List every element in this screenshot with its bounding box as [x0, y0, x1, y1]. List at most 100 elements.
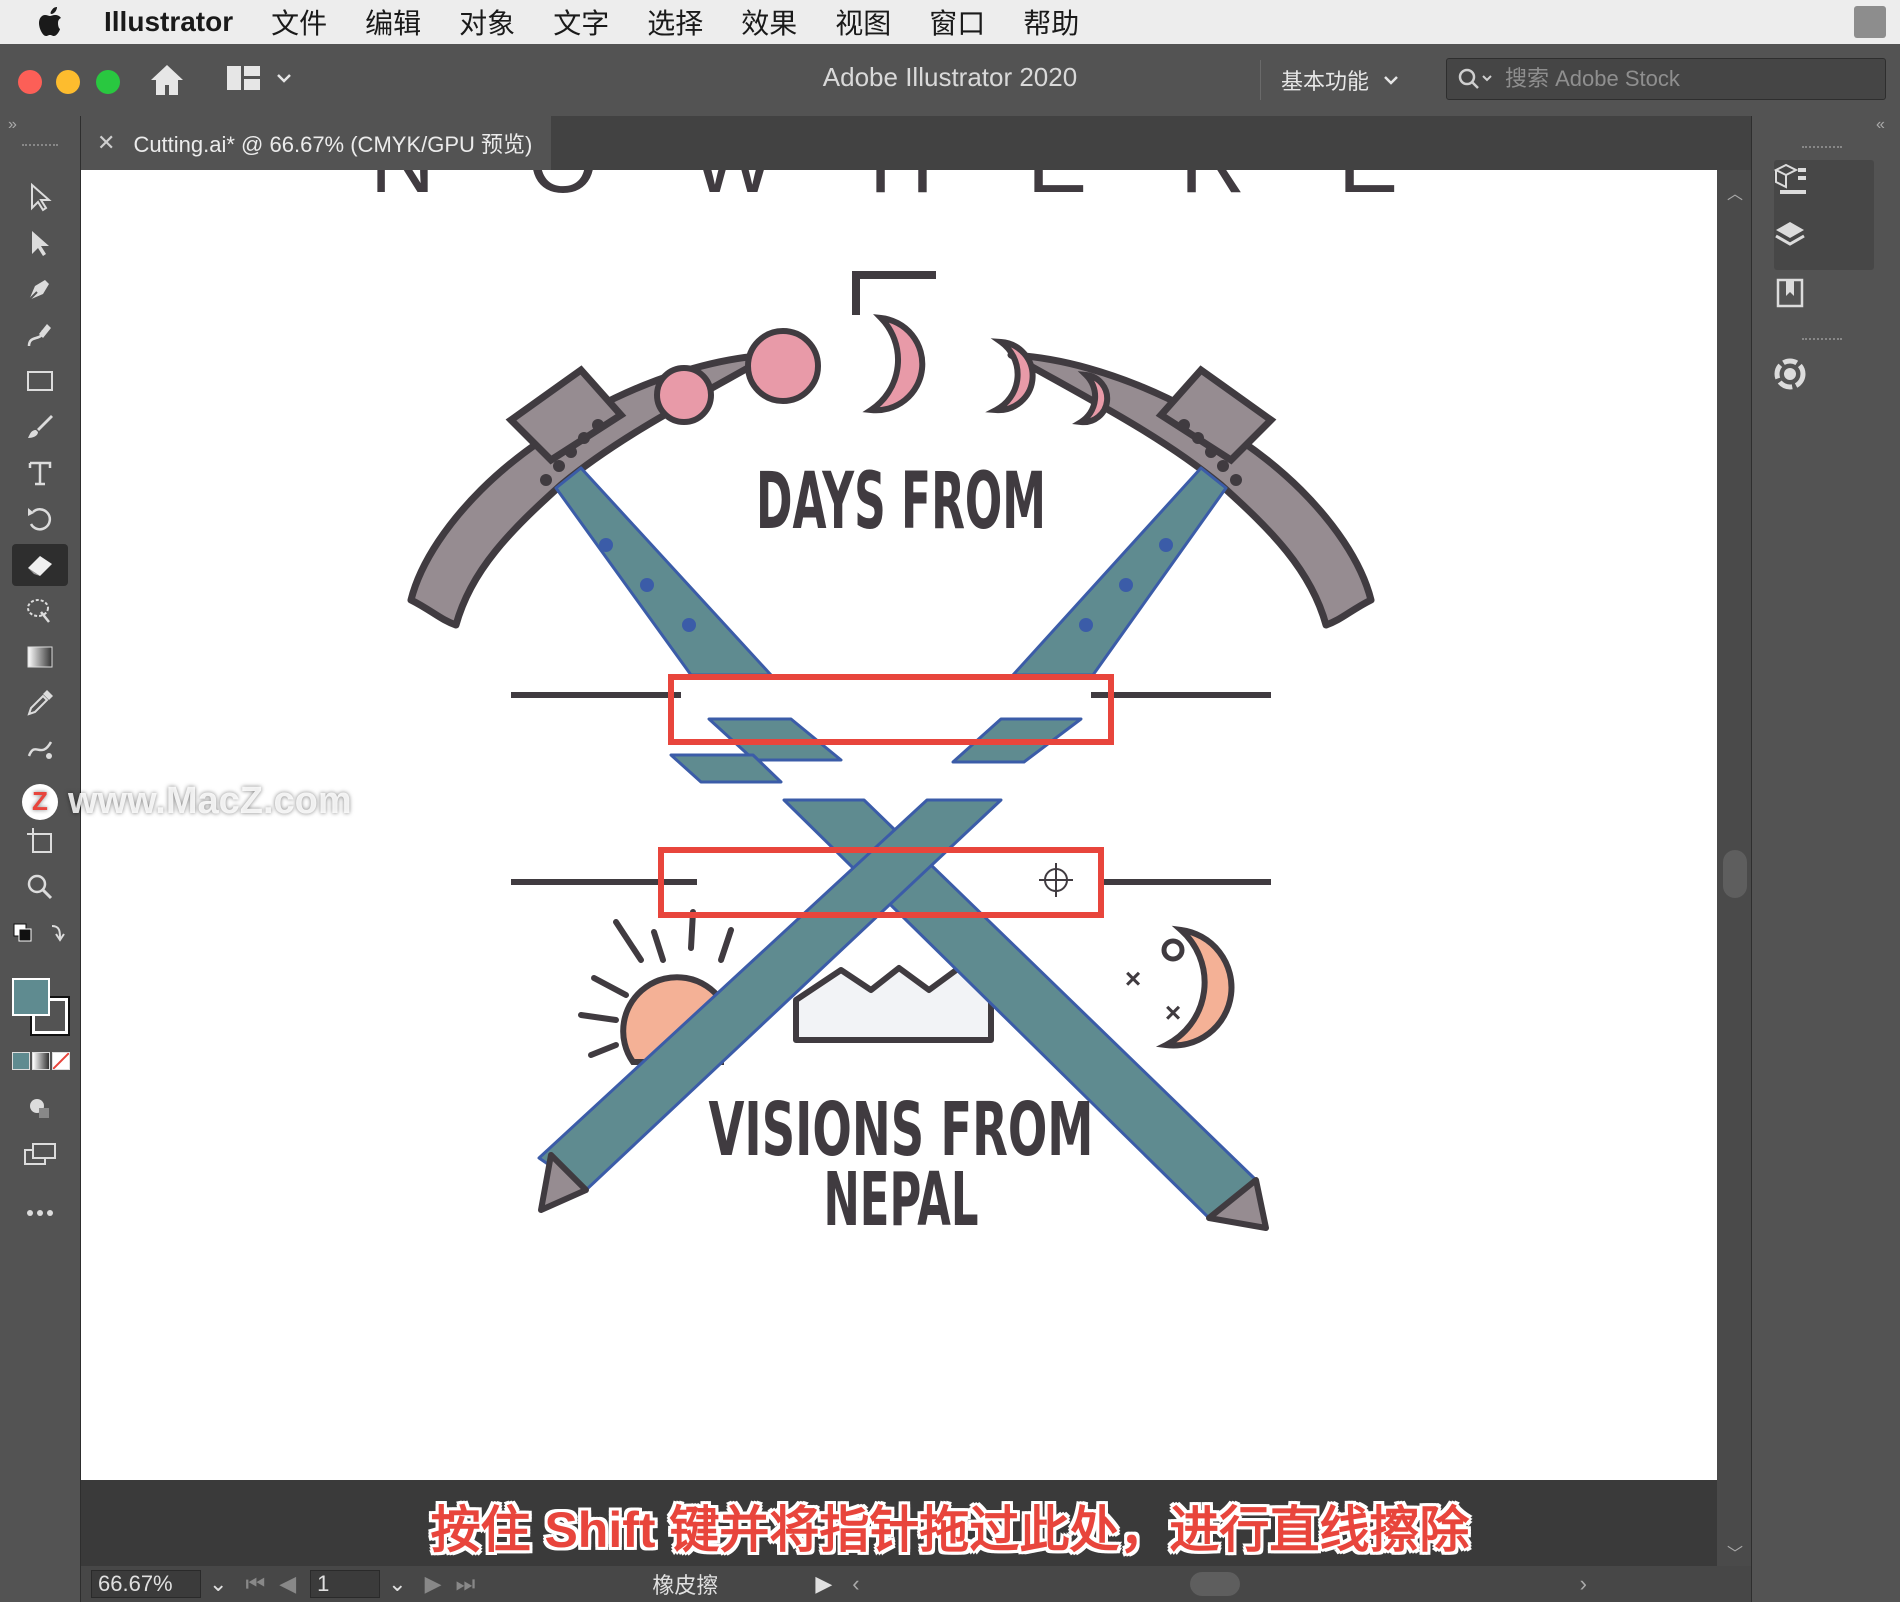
layers-icon [1775, 222, 1805, 246]
draw-mode-tool[interactable] [12, 1088, 68, 1130]
artboard-dropdown-icon[interactable]: ⌄ [388, 1571, 406, 1597]
properties-panel-button[interactable] [1770, 160, 1810, 205]
warp-icon [27, 599, 50, 623]
libraries-icon [1776, 278, 1804, 308]
menu-help[interactable]: 帮助 [1023, 2, 1079, 42]
rectangle-icon [27, 371, 53, 391]
moon-crescent [985, 338, 1036, 414]
apple-icon[interactable] [0, 6, 104, 38]
grip-icon[interactable] [1802, 146, 1842, 152]
color-mode-buttons[interactable] [12, 1052, 70, 1070]
eraser-tool[interactable] [12, 544, 68, 586]
nepal-text: NEPAL [824, 1157, 979, 1243]
vertical-scroll-thumb[interactable] [1723, 850, 1747, 898]
star-x-1: × [1125, 963, 1141, 994]
mountain-peaks [793, 965, 994, 1043]
artboard-tool[interactable] [12, 820, 68, 862]
curvature-tool[interactable] [12, 314, 68, 356]
star-x-2: × [1165, 997, 1181, 1028]
paintbrush-tool[interactable] [12, 406, 68, 448]
scroll-right-icon[interactable]: › [1580, 1571, 1587, 1597]
none-mode-icon[interactable] [52, 1052, 70, 1070]
artboard-number: 1 [317, 1571, 330, 1596]
zoom-icon [27, 874, 53, 900]
fill-stroke-swatch[interactable] [10, 976, 70, 1036]
menu-type[interactable]: 文字 [553, 2, 609, 42]
zoom-tool[interactable] [12, 866, 68, 908]
close-tab-icon[interactable]: ✕ [97, 130, 115, 156]
direct-selection-tool[interactable] [12, 222, 68, 264]
app-title-bar: Adobe Illustrator 2020 基本功能 [0, 44, 1900, 117]
selection-tool[interactable] [12, 176, 68, 218]
pen-tool[interactable] [12, 268, 68, 310]
horizontal-scroll-thumb[interactable] [1189, 1572, 1240, 1596]
stock-search-box[interactable] [1446, 58, 1886, 100]
moon-full [745, 328, 821, 404]
menu-file[interactable]: 文件 [271, 2, 327, 42]
rotate-icon [28, 508, 52, 531]
default-fill-stroke[interactable] [12, 912, 68, 954]
more-dots-icon [27, 1210, 53, 1216]
collapse-dock-icon[interactable]: « [1876, 116, 1885, 134]
gradient-tool[interactable] [12, 636, 68, 678]
tutorial-subtitle: 按住 Shift 键并将指针拖过此处，进行直线擦除 [430, 1502, 1470, 1558]
draw-mode-icon [30, 1099, 49, 1118]
blend-tool[interactable] [12, 728, 68, 770]
moon-small [654, 365, 714, 425]
search-input[interactable] [1503, 65, 1847, 93]
artboard-number-field[interactable]: 1 [310, 1570, 381, 1598]
status-menu-icon[interactable]: ▶ [815, 1571, 832, 1597]
app-menu[interactable]: Illustrator [104, 6, 233, 38]
type-tool[interactable] [12, 452, 68, 494]
last-artboard-icon[interactable]: ⏭ [456, 1571, 476, 1597]
rectangle-tool[interactable] [12, 360, 68, 402]
status-bar: 66.67% ⌄ ⏮ ◀ 1 ⌄ ▶ ⏭ 橡皮擦 ▶ ‹ › [81, 1566, 1751, 1602]
menu-window[interactable]: 窗口 [929, 2, 985, 42]
fill-swatch[interactable] [12, 978, 50, 1016]
canvas-area[interactable]: N O W H E R E DAYS FROM [81, 170, 1717, 1480]
document-tab-bar: ✕ Cutting.ai* @ 66.67% (CMYK/GPU 预览) [81, 116, 1751, 170]
scroll-left-icon[interactable]: ‹ [852, 1571, 859, 1597]
vertical-scrollbar[interactable]: ︿ ﹀ [1717, 170, 1751, 1580]
chevron-down-icon [1384, 76, 1398, 85]
five-bracket [852, 271, 936, 315]
artwork-canvas[interactable]: N O W H E R E DAYS FROM [81, 170, 1717, 1480]
menu-view[interactable]: 视图 [835, 2, 891, 42]
watermark: Z www.MacZ.com [22, 780, 352, 823]
recolor-panel-button[interactable] [1770, 354, 1810, 399]
zoom-field[interactable]: 66.67% [91, 1570, 201, 1598]
workspace-switcher[interactable]: 基本功能 [1260, 60, 1399, 100]
right-panel-dock: « [1751, 116, 1900, 1602]
zoom-dropdown-icon[interactable]: ⌄ [209, 1571, 227, 1597]
rotate-tool[interactable] [12, 498, 68, 540]
workspace-label: 基本功能 [1281, 69, 1370, 94]
eraser-cursor-icon [1039, 863, 1073, 897]
current-tool-label: 橡皮擦 [652, 1573, 719, 1598]
eyedropper-tool[interactable] [12, 682, 68, 724]
previous-artboard-icon[interactable]: ◀ [279, 1571, 296, 1597]
scroll-up-icon[interactable]: ︿ [1727, 180, 1743, 204]
next-artboard-icon[interactable]: ▶ [425, 1571, 442, 1597]
menu-select[interactable]: 选择 [647, 2, 703, 42]
zoom-value: 66.67% [98, 1571, 173, 1596]
document-tab[interactable]: ✕ Cutting.ai* @ 66.67% (CMYK/GPU 预览) [81, 116, 551, 170]
gradient-mode-icon[interactable] [32, 1052, 50, 1070]
collapse-panel-icon[interactable]: » [8, 116, 17, 134]
layers-panel-button[interactable] [1770, 216, 1810, 261]
edit-toolbar-button[interactable] [12, 1192, 68, 1234]
libraries-panel-button[interactable] [1770, 272, 1810, 317]
menubar-control-icon[interactable] [1854, 6, 1886, 38]
menu-edit[interactable]: 编辑 [365, 2, 421, 42]
grip-icon[interactable] [1802, 338, 1842, 344]
artboard[interactable]: N O W H E R E DAYS FROM [81, 170, 1717, 1480]
screen-mode-icon [24, 1143, 56, 1165]
first-artboard-icon[interactable]: ⏮ [245, 1571, 265, 1597]
screen-mode-tool[interactable] [12, 1134, 68, 1176]
menu-object[interactable]: 对象 [459, 2, 515, 42]
type-t-icon [28, 461, 52, 486]
color-mode-icon[interactable] [12, 1052, 30, 1070]
grip-icon[interactable] [22, 144, 58, 150]
puppet-warp-tool[interactable] [12, 590, 68, 632]
menu-effect[interactable]: 效果 [741, 2, 797, 42]
document-tab-label: Cutting.ai* @ 66.67% (CMYK/GPU 预览) [133, 132, 533, 157]
